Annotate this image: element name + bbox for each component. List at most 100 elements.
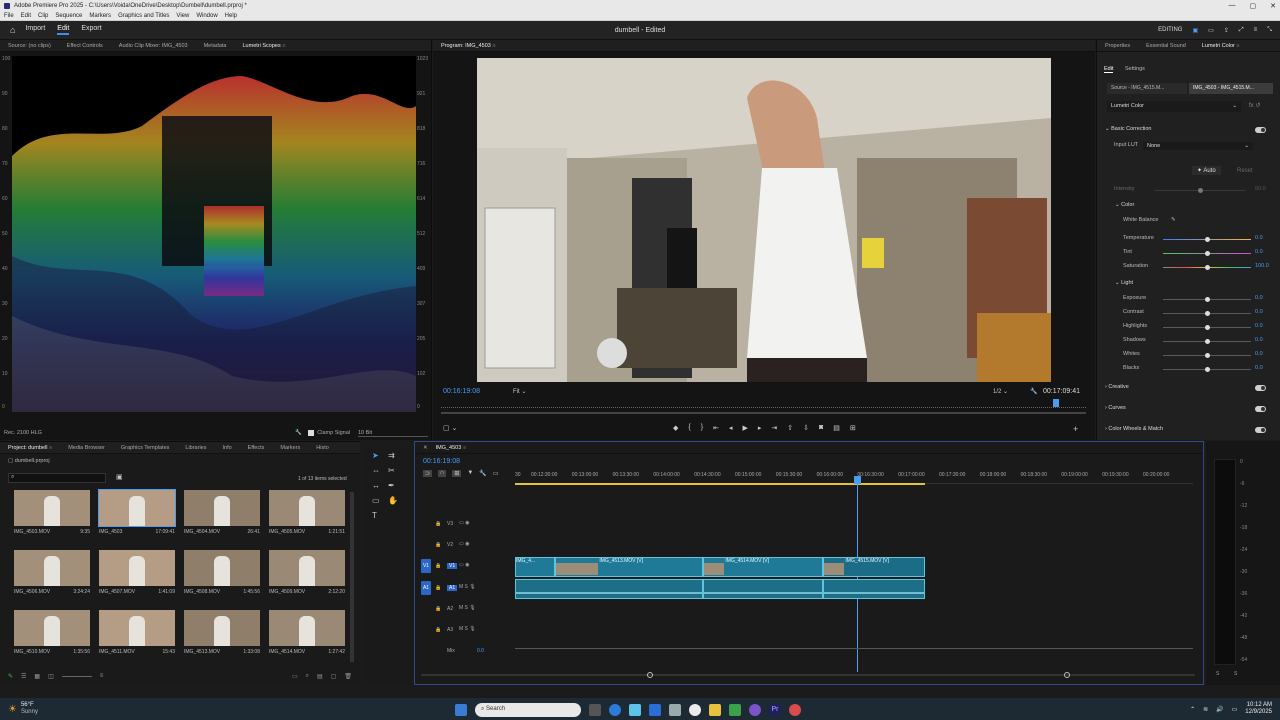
tab-project[interactable]: Project: dumbell (0, 445, 60, 451)
input-lut-select[interactable]: None ⌄ (1143, 142, 1253, 150)
fx-icon[interactable]: fx ↺ (1249, 102, 1260, 109)
menu-help[interactable]: Help (225, 13, 237, 19)
menu-file[interactable]: File (4, 13, 14, 19)
program-scrubber[interactable] (441, 399, 1086, 408)
list-view-icon[interactable]: ☰ (21, 673, 26, 680)
color-row-value[interactable]: 0.0 (1255, 235, 1263, 241)
new-item-icon[interactable]: ▢ (331, 673, 337, 680)
clip-thumbnail[interactable] (99, 610, 175, 646)
tab-lumetri-scopes[interactable]: Lumetri Scopes (235, 43, 294, 49)
lock-icon[interactable]: 🔒 (435, 627, 441, 633)
in-point-icon[interactable]: { (688, 424, 690, 432)
timeline-h-scroll[interactable] (421, 672, 1195, 678)
track-label[interactable]: V3 (447, 521, 453, 527)
color-slider[interactable] (1163, 237, 1251, 242)
light-slider[interactable] (1163, 339, 1251, 344)
lock-icon[interactable]: 🔒 (435, 542, 441, 548)
tab-audio-clip-mixer[interactable]: Audio Clip Mixer: IMG_4503 (111, 43, 196, 49)
track-audio-controls-icon[interactable]: M S 🎙 (459, 626, 476, 632)
task-view-icon[interactable] (589, 704, 601, 716)
tab-properties[interactable]: Properties (1097, 43, 1138, 49)
track-visibility-icon[interactable]: ▭ ◉ (459, 541, 469, 547)
menu-clip[interactable]: Clip (38, 13, 48, 19)
new-bin-icon[interactable]: ▣ (116, 473, 123, 481)
clip-thumbnail[interactable] (269, 550, 345, 586)
track-label[interactable]: V1 (447, 563, 458, 569)
light-slider[interactable] (1163, 367, 1251, 372)
fit-select[interactable]: Fit ⌄ (513, 388, 526, 395)
menu-sequence[interactable]: Sequence (55, 13, 82, 19)
color-slider[interactable] (1163, 251, 1251, 256)
compare-icon[interactable]: ▤ (833, 424, 840, 432)
light-slider[interactable] (1163, 311, 1251, 316)
icon-view-icon[interactable]: ▦ (34, 673, 40, 680)
tab-program[interactable]: Program: IMG_4503 (433, 43, 504, 49)
fullscreen-icon[interactable]: ⤢ (1239, 27, 1244, 34)
files-icon[interactable] (709, 704, 721, 716)
menu-window[interactable]: Window (196, 13, 217, 19)
work-area-bar[interactable] (515, 483, 925, 485)
color-wheels-toggle[interactable] (1255, 427, 1266, 433)
slip-tool-icon[interactable]: ↔ (372, 481, 388, 490)
layout-icon[interactable]: ▭ (1208, 27, 1214, 34)
start-icon[interactable] (455, 704, 467, 716)
step-forward-icon[interactable]: ▸ (758, 424, 762, 432)
light-section-header[interactable]: ⌄ Light (1097, 280, 1280, 292)
curves-toggle[interactable] (1255, 406, 1266, 412)
clip-thumbnail[interactable] (98, 489, 176, 527)
playhead-icon[interactable] (1053, 399, 1059, 407)
folder-icon[interactable]: ▤ (317, 673, 323, 680)
creative-toggle[interactable] (1255, 385, 1266, 391)
creative-section[interactable]: › Creative (1097, 384, 1280, 396)
light-slider[interactable] (1163, 297, 1251, 302)
zoom-slider[interactable] (61, 675, 92, 677)
battery-icon[interactable]: ▭ (1232, 706, 1238, 713)
tab-effects[interactable]: Effects (240, 445, 273, 451)
light-slider-knob[interactable] (1205, 353, 1210, 358)
light-row-value[interactable]: 0.0 (1255, 337, 1263, 343)
edge-icon[interactable] (609, 704, 621, 716)
reset-button[interactable]: Reset (1232, 167, 1258, 175)
excel-icon[interactable] (729, 704, 741, 716)
color-section-header[interactable]: ⌄ Color (1097, 202, 1280, 214)
intensity-knob[interactable] (1198, 188, 1203, 193)
menu-icon[interactable]: ≡ (1254, 27, 1258, 33)
tab-graphics-templates[interactable]: Graphics Templates (113, 445, 178, 451)
tab-lumetri-color[interactable]: Lumetri Color (1194, 43, 1248, 49)
clip-v1-1[interactable]: IMG_4513.MOV [V] (555, 557, 703, 577)
menu-markers[interactable]: Markers (89, 13, 111, 19)
ripple-edit-icon[interactable]: ⇔ (372, 466, 388, 475)
premiere-icon[interactable]: Pr (769, 704, 781, 716)
trash-icon[interactable]: 🗑 (344, 673, 352, 680)
copilot-icon[interactable] (629, 704, 641, 716)
close-icon[interactable]: ✕ (1270, 2, 1276, 10)
explorer-icon[interactable] (669, 704, 681, 716)
project-search-input[interactable]: ⌕ (8, 473, 106, 483)
go-to-in-icon[interactable]: ⇤ (713, 424, 719, 432)
clip-v1-0[interactable]: IMG_4... (515, 557, 555, 577)
add-button-icon[interactable]: + (1073, 424, 1078, 434)
track-label[interactable]: A2 (447, 606, 453, 612)
tab-effect-controls[interactable]: Effect Controls (59, 43, 111, 49)
volume-icon[interactable]: 🔊 (1216, 706, 1223, 713)
tab-libraries[interactable]: Libraries (177, 445, 214, 451)
track-visibility-icon[interactable]: ▭ ◉ (459, 562, 469, 568)
clip-thumbnail[interactable] (14, 610, 90, 646)
find-icon[interactable]: ⌕ (306, 673, 309, 680)
color-wheels-section[interactable]: › Color Wheels & Match (1097, 426, 1280, 438)
light-slider-knob[interactable] (1205, 325, 1210, 330)
out-point-icon[interactable]: } (701, 424, 703, 432)
scroll-handle-right[interactable] (1064, 672, 1070, 678)
workspace-icon[interactable]: ▣ (1192, 27, 1198, 34)
tray-chevron-icon[interactable]: ⌃ (1190, 706, 1195, 713)
safe-margins-icon[interactable]: ▢ ⌄ (443, 424, 457, 432)
subtab-edit[interactable]: Edit (1104, 66, 1114, 73)
tab-sequence[interactable]: IMG_4503 (436, 445, 474, 451)
clamp-checkbox[interactable] (308, 430, 315, 436)
captions-icon[interactable]: ▭ (493, 470, 499, 477)
project-scrollbar[interactable] (350, 492, 354, 662)
go-to-out-icon[interactable]: ⇥ (771, 424, 777, 432)
vertical-zoom[interactable] (1193, 488, 1196, 668)
wifi-icon[interactable]: ≋ (1203, 706, 1208, 713)
play-icon[interactable]: ▶ (742, 424, 747, 432)
